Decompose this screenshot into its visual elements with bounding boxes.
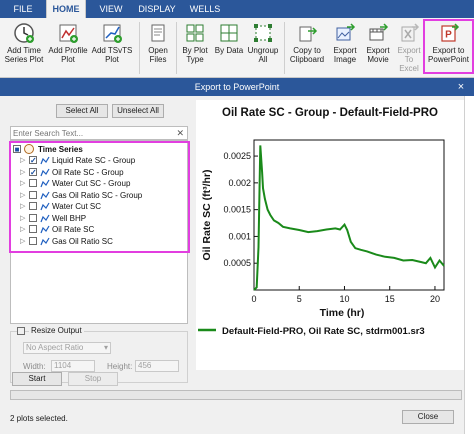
tab-file[interactable]: FILE xyxy=(8,0,38,18)
progress-bar xyxy=(10,390,462,400)
y-tick-label: 0.002 xyxy=(228,178,251,188)
group-by-data-icon xyxy=(220,24,238,42)
open-files-button[interactable]: Open Files xyxy=(142,20,174,76)
ungroup-all-label: Ungroup All xyxy=(247,46,279,64)
aspect-ratio-value: No Aspect Ratio xyxy=(26,343,84,352)
select-all-button[interactable]: Select All xyxy=(56,104,108,118)
add-time-series-plot-button[interactable]: Add Time Series Plot xyxy=(2,20,46,76)
export-movie-label: Export Movie xyxy=(366,46,390,64)
export-to-excel-icon xyxy=(401,23,420,42)
height-field[interactable]: 456 xyxy=(135,360,179,372)
width-label: Width: xyxy=(23,362,46,371)
add-profile-plot-button[interactable]: Add Profile Plot xyxy=(48,20,88,76)
tab-home[interactable]: HOME xyxy=(46,0,86,18)
add-tsvts-plot-button[interactable]: Add TSvTS Plot xyxy=(90,20,134,76)
ribbon-toolbar: Add Time Series Plot Add Profile Plot Ad… xyxy=(0,18,474,78)
add-time-series-plot-icon xyxy=(14,23,34,43)
width-field[interactable]: 1104 xyxy=(51,360,95,372)
export-to-excel-button[interactable]: Export To Excel xyxy=(395,20,423,76)
group-by-plot-type-button[interactable]: By Plot Type xyxy=(178,20,212,76)
x-tick-label: 0 xyxy=(251,294,256,304)
add-profile-plot-label: Add Profile Plot xyxy=(48,46,88,64)
chart-svg: Oil Rate SC - Group - Default-Field-PRO 0… xyxy=(198,107,445,337)
add-tsvts-plot-icon xyxy=(103,24,122,43)
search-input[interactable] xyxy=(13,127,173,139)
legend-label: Default-Field-PRO, Oil Rate SC, stdrm001… xyxy=(222,326,425,337)
export-to-excel-label: Export To Excel xyxy=(397,46,421,73)
ribbon-separator xyxy=(139,22,140,74)
y-tick-label: 0.001 xyxy=(228,231,251,241)
add-tsvts-plot-label: Add TSvTS Plot xyxy=(91,46,133,64)
y-tick-label: 0.0015 xyxy=(223,205,251,215)
resize-output-checkbox[interactable] xyxy=(17,327,25,335)
tab-view[interactable]: VIEW xyxy=(94,0,128,18)
add-profile-plot-icon xyxy=(59,24,78,43)
plot-frame xyxy=(253,139,445,291)
clear-search-icon[interactable]: ✕ xyxy=(176,127,184,139)
ribbon-separator xyxy=(176,22,177,74)
group-by-plot-type-label: By Plot Type xyxy=(182,46,208,64)
export-image-button[interactable]: Export Image xyxy=(329,20,361,76)
aspect-ratio-select[interactable]: No Aspect Ratio ▾ xyxy=(23,342,111,354)
tab-display[interactable]: DISPLAY xyxy=(136,0,178,18)
background-window-edge xyxy=(464,96,474,434)
open-files-label: Open Files xyxy=(148,46,168,64)
start-button[interactable]: Start xyxy=(12,372,62,386)
copy-to-clipboard-button[interactable]: Copy to Clipboard xyxy=(287,20,327,76)
add-time-series-plot-label: Add Time Series Plot xyxy=(4,46,44,64)
ungroup-all-button[interactable]: Ungroup All xyxy=(246,20,280,76)
export-image-label: Export Image xyxy=(333,46,357,64)
y-tick-label: 0.0005 xyxy=(223,258,251,268)
search-box: ✕ xyxy=(10,126,188,140)
export-image-icon xyxy=(336,23,356,41)
chart-preview: Oil Rate SC - Group - Default-Field-PRO 0… xyxy=(196,100,464,370)
export-movie-button[interactable]: Export Movie xyxy=(362,20,394,76)
export-dialog: Export to PowerPoint × Select All Unsele… xyxy=(0,78,474,434)
group-by-data-label: By Data xyxy=(214,46,244,55)
x-tick-label: 10 xyxy=(339,294,349,304)
copy-to-clipboard-icon xyxy=(299,26,318,42)
ungroup-all-icon xyxy=(254,24,272,42)
powerpoint-highlight-box xyxy=(423,19,474,74)
open-files-icon xyxy=(151,24,165,42)
tab-wells[interactable]: WELLS xyxy=(186,0,224,18)
group-by-plot-type-icon xyxy=(186,24,204,42)
dialog-close-icon[interactable]: × xyxy=(454,78,468,96)
stop-button[interactable]: Stop xyxy=(68,372,118,386)
ribbon-separator xyxy=(284,22,285,74)
group-by-data-button[interactable]: By Data xyxy=(214,20,244,76)
x-tick-label: 5 xyxy=(297,294,302,304)
x-axis-label: Time (hr) xyxy=(320,307,365,319)
chart-title: Oil Rate SC - Group - Default-Field-PRO xyxy=(222,107,438,119)
height-label: Height: xyxy=(107,362,133,371)
unselect-all-button[interactable]: Unselect All xyxy=(112,104,164,118)
y-axis-label: Oil Rate SC (ft³/hr) xyxy=(201,170,213,261)
series-line xyxy=(253,145,445,291)
status-text: 2 plots selected. xyxy=(10,414,68,423)
dialog-title: Export to PowerPoint xyxy=(0,78,474,96)
tree-highlight-box xyxy=(9,141,190,253)
y-tick-label: 0.0025 xyxy=(223,151,251,161)
ribbon-tab-bar: FILE HOME VIEW DISPLAY WELLS xyxy=(0,0,474,18)
resize-output-label: Resize Output xyxy=(29,326,84,335)
export-movie-icon xyxy=(369,23,389,41)
copy-to-clipboard-label: Copy to Clipboard xyxy=(289,46,325,64)
x-tick-label: 15 xyxy=(385,294,395,304)
x-tick-label: 20 xyxy=(430,294,440,304)
chevron-down-icon: ▾ xyxy=(103,343,108,352)
close-button[interactable]: Close xyxy=(402,410,454,424)
